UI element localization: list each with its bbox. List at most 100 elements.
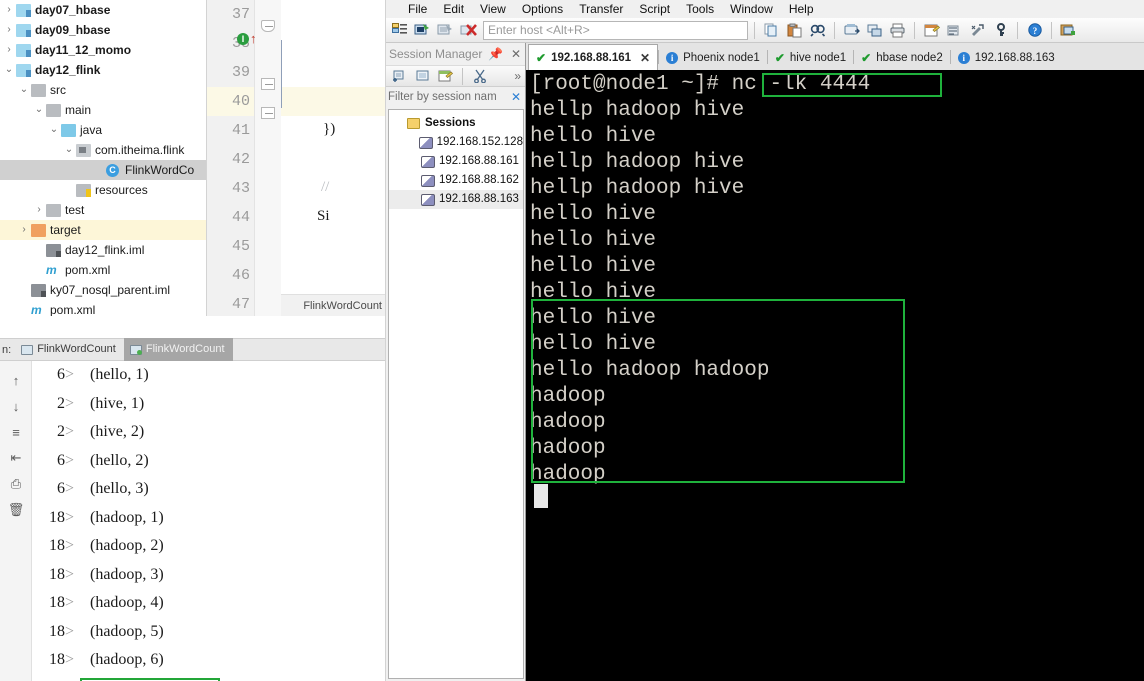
- tree-item-com-itheima-flink[interactable]: ⌄ com.itheima.flink: [0, 140, 207, 160]
- tree-twisty-icon[interactable]: ⌄: [2, 60, 16, 80]
- editor-code-area[interactable]: })//Si//: [281, 0, 386, 316]
- print-icon[interactable]: ⎙: [0, 471, 32, 497]
- soft-wrap-icon[interactable]: ≡: [0, 419, 32, 445]
- tree-item-test[interactable]: › test: [0, 200, 207, 220]
- new-folder-icon[interactable]: [412, 66, 433, 86]
- editor-gutter[interactable]: 3738394041424344454647I↑: [207, 0, 257, 316]
- session-manager-toolbar[interactable]: »: [386, 65, 525, 87]
- gutter-line-number[interactable]: 44: [207, 203, 254, 232]
- console-tab-strip[interactable]: n: FlinkWordCount FlinkWordCount: [0, 338, 386, 361]
- breakpoint-icon[interactable]: I: [237, 33, 249, 45]
- terminal-tab-phoenix-node1[interactable]: i Phoenix node1: [659, 46, 767, 70]
- menu-tools[interactable]: Tools: [678, 0, 722, 18]
- properties-icon[interactable]: [435, 66, 456, 86]
- tree-twisty-icon[interactable]: ›: [2, 20, 16, 40]
- gutter-line-number[interactable]: 43: [207, 174, 254, 203]
- terminal-tab-192-168-88-161[interactable]: ✔ 192.168.88.161 ✕: [528, 44, 659, 70]
- tree-item-src[interactable]: ⌄ src: [0, 80, 207, 100]
- scroll-to-end-icon[interactable]: ⇤: [0, 445, 32, 471]
- session-tree-root[interactable]: Sessions: [389, 114, 523, 133]
- gutter-line-number[interactable]: 45: [207, 232, 254, 261]
- options-icon[interactable]: [944, 20, 965, 40]
- menu-file[interactable]: File: [400, 0, 435, 18]
- clear-all-icon[interactable]: 🗑: [0, 497, 32, 523]
- fold-marker-icon[interactable]: [261, 78, 275, 90]
- session-item-192-168-152-128[interactable]: 192.168.152.128: [389, 133, 523, 152]
- connect-sftp-icon[interactable]: [435, 20, 456, 40]
- tree-item-day12-flink-iml[interactable]: day12_flink.iml: [0, 240, 207, 260]
- close-icon[interactable]: ✕: [507, 43, 525, 65]
- session-manager-icon[interactable]: [389, 20, 410, 40]
- tree-item-flinkwordco[interactable]: C FlinkWordCo: [0, 160, 207, 180]
- tree-twisty-icon[interactable]: ›: [17, 220, 31, 240]
- gutter-markers[interactable]: I ↑: [237, 32, 257, 45]
- console-toolbar[interactable]: ↑ ↓ ≡ ⇤ ⎙ 🗑: [0, 361, 32, 681]
- host-input[interactable]: Enter host <Alt+R>: [483, 20, 748, 40]
- terminal-tab-strip[interactable]: ✔ 192.168.88.161 ✕ i Phoenix node1 ✔ hive node…: [526, 43, 1144, 70]
- help-icon[interactable]: ?: [1024, 20, 1045, 40]
- menu-options[interactable]: Options: [514, 0, 571, 18]
- cut-icon[interactable]: [469, 66, 490, 86]
- tree-item-day07-hbase[interactable]: › day07_hbase: [0, 0, 207, 20]
- session-item-192-168-88-161[interactable]: 192.168.88.161: [389, 152, 523, 171]
- fold-marker-icon[interactable]: [261, 107, 275, 119]
- copy-icon[interactable]: [761, 20, 782, 40]
- crt-toolbar[interactable]: Enter host <Alt+R> ?: [386, 18, 1144, 43]
- tree-twisty-icon[interactable]: ⌄: [62, 140, 76, 160]
- project-tree[interactable]: › day07_hbase › day09_hbase › day11_12_momo ⌄ d…: [0, 0, 207, 316]
- tree-item-pom-xml[interactable]: m pom.xml: [0, 260, 207, 280]
- fold-marker-icon[interactable]: [261, 20, 275, 32]
- tab-close-icon[interactable]: ✕: [640, 51, 650, 65]
- session-item-192-168-88-163[interactable]: 192.168.88.163: [389, 190, 523, 209]
- menu-help[interactable]: Help: [781, 0, 822, 18]
- scroll-up-icon[interactable]: ↑: [0, 367, 32, 393]
- session-filter-row[interactable]: Filter by session nam ✕: [386, 87, 525, 107]
- tree-twisty-icon[interactable]: ⌄: [17, 80, 31, 100]
- terminal-tab-192-168-88-163[interactable]: i 192.168.88.163: [951, 46, 1062, 70]
- find-icon[interactable]: [807, 20, 828, 40]
- disconnect-icon[interactable]: [458, 20, 479, 40]
- console-output[interactable]: 6> (hello, 1) 2> (hive, 1) 2> (hive, 2) 6> (hel…: [32, 361, 386, 681]
- menu-view[interactable]: View: [472, 0, 514, 18]
- clear-icon[interactable]: ✕: [511, 90, 525, 104]
- tree-item-target[interactable]: › target: [0, 220, 207, 240]
- tree-twisty-icon[interactable]: ⌄: [32, 100, 46, 120]
- terminal-output[interactable]: [root@node1 ~]# nc -lk 4444 hellp hadoop …: [526, 70, 1144, 681]
- session-item-192-168-88-162[interactable]: 192.168.88.162: [389, 171, 523, 190]
- terminal-tab-hive-node1[interactable]: ✔ hive node1: [768, 46, 853, 70]
- tree-item-resources[interactable]: resources: [0, 180, 207, 200]
- menu-bar[interactable]: File Edit View Options Transfer Script Tools Wi…: [386, 0, 1144, 18]
- gutter-line-number[interactable]: 46: [207, 261, 254, 290]
- connect-icon[interactable]: [412, 20, 433, 40]
- menu-script[interactable]: Script: [631, 0, 678, 18]
- tree-editor-divider[interactable]: [206, 0, 207, 316]
- console-tab-1[interactable]: FlinkWordCount: [123, 338, 233, 361]
- pin-icon[interactable]: 📌: [484, 43, 507, 65]
- key-icon[interactable]: [990, 20, 1011, 40]
- tree-item-day09-hbase[interactable]: › day09_hbase: [0, 20, 207, 40]
- menu-window[interactable]: Window: [722, 0, 781, 18]
- gutter-line-number[interactable]: 41: [207, 116, 254, 145]
- tree-item-day11-12-momo[interactable]: › day11_12_momo: [0, 40, 207, 60]
- code-editor[interactable]: 3738394041424344454647I↑ })//Si// FlinkW…: [207, 0, 386, 316]
- tree-item-day12-flink[interactable]: ⌄ day12_flink: [0, 60, 207, 80]
- paste-icon[interactable]: [784, 20, 805, 40]
- terminal-tab-hbase-node2[interactable]: ✔ hbase node2: [854, 46, 950, 70]
- gutter-line-number[interactable]: 47: [207, 290, 254, 316]
- new-session-icon[interactable]: [389, 66, 410, 86]
- tree-twisty-icon[interactable]: ⌄: [47, 120, 61, 140]
- tree-twisty-icon[interactable]: ›: [2, 0, 16, 20]
- tree-twisty-icon[interactable]: ›: [2, 40, 16, 60]
- menu-edit[interactable]: Edit: [435, 0, 472, 18]
- tree-item-main[interactable]: ⌄ main: [0, 100, 207, 120]
- print-icon[interactable]: [887, 20, 908, 40]
- menu-transfer[interactable]: Transfer: [571, 0, 631, 18]
- gutter-line-number[interactable]: 37: [207, 0, 254, 29]
- tree-item-pom-xml[interactable]: m pom.xml: [0, 300, 207, 316]
- gutter-line-number[interactable]: 40: [207, 87, 254, 116]
- overflow-icon[interactable]: »: [510, 69, 525, 83]
- session-tree[interactable]: Sessions 192.168.152.128 192.168.88.161 192…: [388, 109, 524, 679]
- properties-icon[interactable]: [921, 20, 942, 40]
- scroll-down-icon[interactable]: ↓: [0, 393, 32, 419]
- settings-icon[interactable]: [967, 20, 988, 40]
